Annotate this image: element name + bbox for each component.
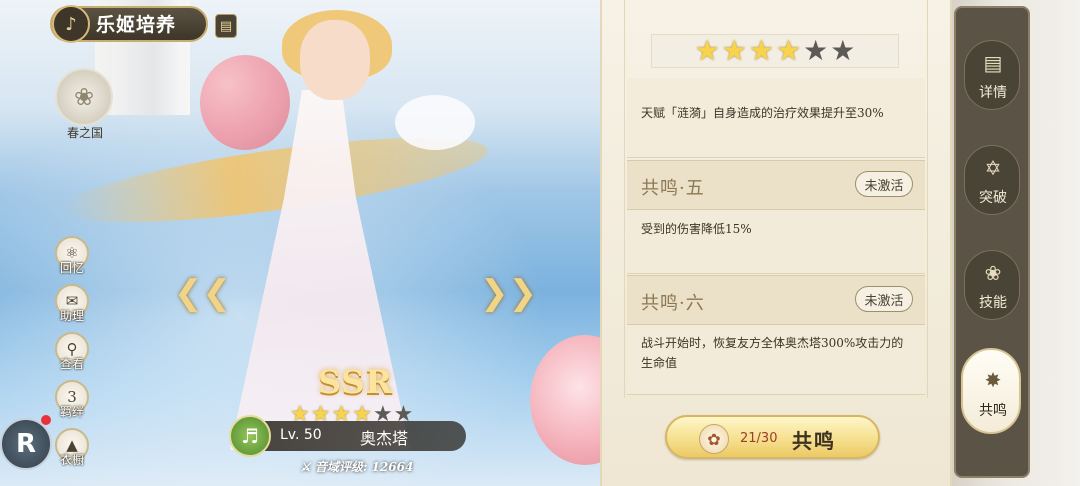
block-title: 共鸣·六 xyxy=(641,293,705,314)
tab-label: 共鸣 xyxy=(979,403,1007,419)
page-title: 乐姬培养 xyxy=(96,14,177,36)
character-face xyxy=(300,20,370,100)
resonance-crystal-icon: ✿ xyxy=(699,424,729,454)
star-filled-icon: ★ xyxy=(721,34,747,67)
block-title: 共鸣·五 xyxy=(641,178,705,199)
rating-text: 音域评级: 12664 xyxy=(314,460,414,474)
rank-stars: ★ ★ ★ ★ ★ ★ xyxy=(651,34,899,68)
nation-label: 春之国 xyxy=(66,126,103,140)
side-label-bond: 羁绊 xyxy=(59,405,84,419)
status-badge: 未激活 xyxy=(855,171,913,197)
tab-details[interactable]: ▤ 详情 xyxy=(964,40,1020,110)
block-description: 受到的伤害降低15% xyxy=(641,222,752,236)
scroll-icon: ▤ xyxy=(983,51,1003,75)
r-logo-button[interactable]: R xyxy=(0,418,52,470)
lyre-icon: ♬ xyxy=(229,415,271,457)
star-of-david-icon: ✡ xyxy=(984,156,1002,180)
flower-crest-icon[interactable]: ❀ xyxy=(55,68,113,126)
resonance-button-label: 共鸣 xyxy=(792,429,836,453)
side-label-assistant: 助理 xyxy=(59,309,84,323)
notebook-icon[interactable]: ▤ xyxy=(215,14,237,38)
resonance-block-4: 天赋「涟漪」自身造成的治疗效果提升至30% xyxy=(627,78,925,158)
tab-label: 突破 xyxy=(979,190,1007,206)
star-filled-icon: ★ xyxy=(748,34,774,67)
star-empty-icon: ★ xyxy=(830,34,856,67)
back-emblem-icon[interactable]: ♪ xyxy=(52,5,90,43)
character-name: 奥杰塔 xyxy=(360,429,409,448)
tab-label: 技能 xyxy=(979,295,1007,311)
star-filled-icon: ★ xyxy=(694,34,720,67)
swan xyxy=(395,95,475,150)
star-empty-icon: ★ xyxy=(803,34,829,67)
resonance-block-6[interactable]: 共鸣·六 未激活 战斗开始时，恢复友方全体奥杰塔300%攻击力的生命值 xyxy=(627,275,925,395)
side-label-view: 查看 xyxy=(59,357,84,371)
character-nameplate xyxy=(238,421,466,451)
next-character-arrow-icon[interactable]: ❯❯ xyxy=(480,275,537,311)
tab-breakthrough[interactable]: ✡ 突破 xyxy=(964,145,1020,215)
tab-skills[interactable]: ❀ 技能 xyxy=(964,250,1020,320)
tab-label: 详情 xyxy=(979,85,1007,101)
crossed-swords-icon: ⚔ xyxy=(300,460,315,474)
star-filled-icon: ★ xyxy=(776,34,802,67)
notification-dot xyxy=(41,415,51,425)
side-label-memory: 回忆 xyxy=(59,261,84,275)
rarity-badge: SSR xyxy=(318,363,394,401)
block-description: 战斗开始时，恢复友方全体奥杰塔300%攻击力的生命值 xyxy=(641,336,904,370)
side-label-wardrobe: 衣橱 xyxy=(59,453,84,467)
tab-resonance[interactable]: ✸ 共鸣 xyxy=(961,348,1021,434)
character-level: Lv. 50 xyxy=(280,427,322,443)
resonance-block-5[interactable]: 共鸣·五 未激活 受到的伤害降低15% xyxy=(627,160,925,274)
block-description: 天赋「涟漪」自身造成的治疗效果提升至30% xyxy=(641,106,884,120)
sparkle-star-icon: ✸ xyxy=(984,368,1002,392)
rating-row: ⚔ 音域评级: 12664 xyxy=(300,458,413,475)
rose-bouquet xyxy=(200,55,290,150)
status-badge: 未激活 xyxy=(855,286,913,312)
lotus-icon: ❀ xyxy=(984,261,1002,285)
resonance-count: 21/30 xyxy=(740,431,778,446)
prev-character-arrow-icon[interactable]: ❮❮ xyxy=(174,275,231,311)
